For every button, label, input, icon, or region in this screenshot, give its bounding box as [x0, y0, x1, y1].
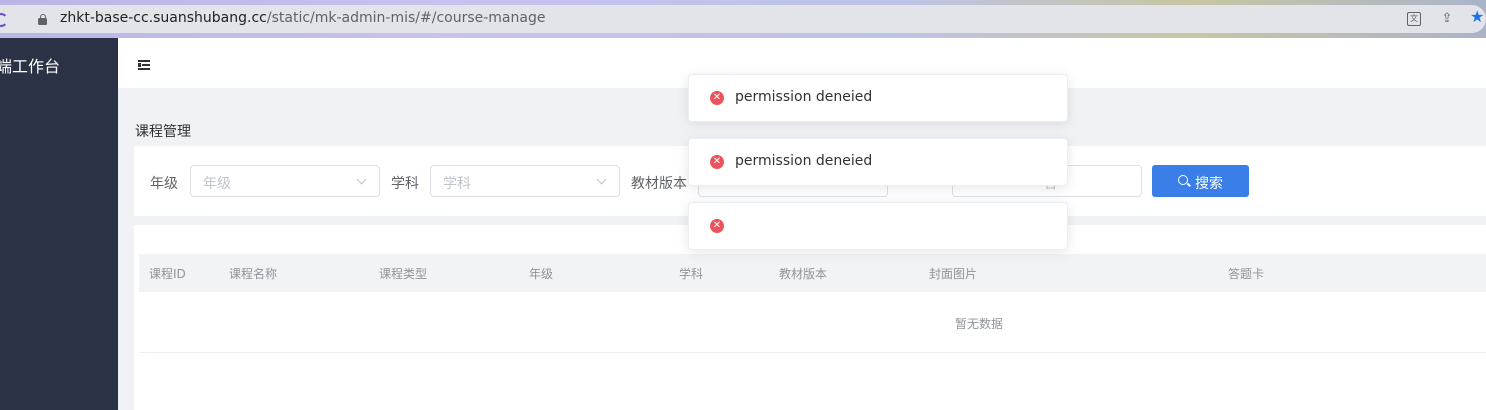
error-toast: ✕	[688, 202, 1068, 250]
page-title: 课程管理	[135, 124, 191, 140]
column-header: 答题卡	[1228, 267, 1265, 281]
edition-label: 教材版本	[631, 176, 687, 192]
column-header: 教材版本	[779, 267, 828, 281]
subject-placeholder: 学科	[443, 176, 471, 192]
grade-placeholder: 年级	[203, 176, 231, 192]
search-button[interactable]: 搜索	[1152, 165, 1249, 197]
grade-label: 年级	[150, 176, 178, 192]
subject-select[interactable]: 学科	[430, 165, 620, 197]
grade-select[interactable]: 年级	[190, 165, 380, 197]
error-toast: ✕ permission deneied	[688, 74, 1068, 122]
table-empty-text: 暂无数据	[955, 317, 1004, 331]
column-header: 课程ID	[149, 267, 186, 281]
column-header: 课程名称	[229, 267, 278, 281]
search-button-label: 搜索	[1195, 176, 1223, 192]
column-header: 课程类型	[379, 267, 428, 281]
sidebar-title: 端工作台	[0, 57, 61, 76]
error-circle-icon: ✕	[710, 155, 724, 169]
subject-label: 学科	[391, 176, 419, 192]
error-circle-icon: ✕	[710, 219, 724, 233]
column-header: 年级	[529, 267, 554, 281]
sidebar: 端工作台	[0, 38, 118, 410]
share-icon[interactable]: ⇪	[1440, 12, 1454, 26]
table-empty-row	[139, 292, 1486, 353]
translate-icon[interactable]: 文	[1407, 12, 1421, 26]
toast-message: permission deneied	[735, 153, 873, 169]
error-circle-icon: ✕	[710, 91, 724, 105]
column-header: 封面图片	[929, 267, 978, 281]
error-toast: ✕ permission deneied	[688, 138, 1068, 186]
menu-toggle-icon[interactable]	[138, 60, 150, 70]
search-icon	[1178, 175, 1188, 185]
chevron-down-icon	[356, 174, 367, 185]
toast-message: permission deneied	[735, 89, 873, 105]
address-bar[interactable]: zhkt-base-cc.suanshubang.cc/static/mk-ad…	[0, 5, 1486, 33]
column-header: 学科	[679, 267, 704, 281]
lock-icon[interactable]	[38, 14, 47, 25]
chevron-down-icon	[596, 174, 607, 185]
reload-icon[interactable]	[0, 13, 8, 27]
url-text[interactable]: zhkt-base-cc.suanshubang.cc/static/mk-ad…	[60, 10, 545, 26]
bookmark-star-icon[interactable]: ★	[1470, 9, 1484, 25]
browser-toolbar: zhkt-base-cc.suanshubang.cc/static/mk-ad…	[0, 0, 1486, 38]
